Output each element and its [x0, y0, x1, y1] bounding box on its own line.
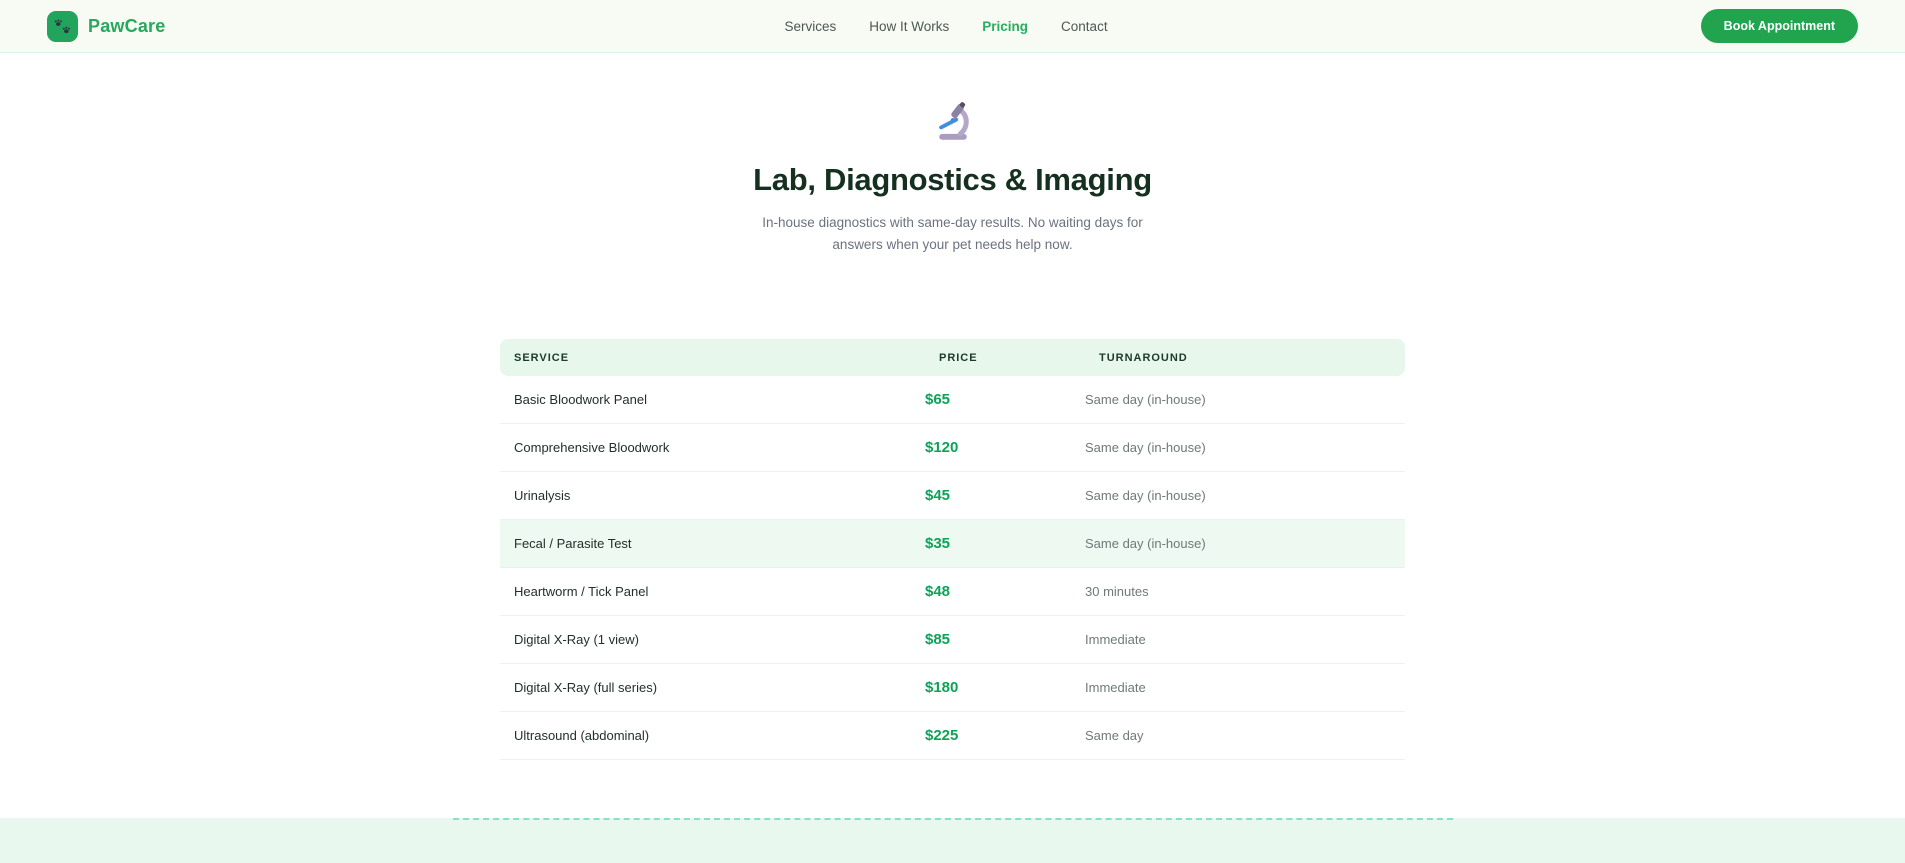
brand-name: PawCare [88, 15, 166, 36]
service-turnaround: Same day [1085, 728, 1144, 744]
paw-icon [47, 10, 78, 42]
service-price: $85 [925, 631, 951, 649]
table-row: Digital X-Ray (1 view) $85 Immediate [500, 616, 1405, 665]
service-price: $35 [925, 535, 951, 553]
column-header-turnaround: TURNAROUND [1099, 351, 1188, 364]
page-subtitle: In-house diagnostics with same-day resul… [762, 215, 1143, 252]
service-name: Urinalysis [514, 488, 571, 504]
service-name: Digital X-Ray (full series) [514, 680, 658, 696]
service-turnaround: Same day (in-house) [1085, 440, 1206, 456]
service-turnaround: Same day (in-house) [1085, 488, 1206, 504]
table-row: Urinalysis $45 Same day (in-house) [500, 472, 1405, 521]
service-name: Digital X-Ray (1 view) [514, 632, 639, 648]
page-title: Lab, Diagnostics & Imaging [753, 162, 1152, 197]
pricing-table: SERVICE PRICE TURNAROUND Basic Bloodwork… [500, 339, 1405, 761]
service-price: $180 [925, 679, 959, 697]
service-turnaround: Immediate [1085, 680, 1146, 696]
service-turnaround: 30 minutes [1085, 584, 1149, 600]
table-row: Digital X-Ray (full series) $180 Immedia… [500, 664, 1405, 713]
book-appointment-button[interactable]: Book Appointment [1700, 9, 1858, 43]
service-price: $120 [925, 439, 959, 457]
service-price: $65 [925, 391, 951, 409]
main-nav: Services How It Works Pricing Contact [784, 0, 1107, 52]
service-name: Fecal / Parasite Test [514, 536, 632, 552]
table-row: Heartworm / Tick Panel $48 30 minutes [500, 568, 1405, 617]
site-footer [0, 818, 1905, 863]
service-name: Basic Bloodwork Panel [514, 392, 647, 408]
service-name: Ultrasound (abdominal) [514, 728, 650, 744]
brand-logo[interactable]: PawCare [47, 10, 166, 42]
service-turnaround: Immediate [1085, 632, 1146, 648]
table-row: Fecal / Parasite Test $35 Same day (in-h… [500, 520, 1405, 569]
hero-section: Lab, Diagnostics & Imaging In-house diag… [0, 53, 1905, 255]
nav-item-pricing[interactable]: Pricing [982, 19, 1028, 34]
nav-item-contact[interactable]: Contact [1061, 19, 1108, 34]
nav-item-services[interactable]: Services [784, 19, 836, 34]
service-price: $45 [925, 487, 951, 505]
service-price: $225 [925, 727, 959, 745]
service-turnaround: Same day (in-house) [1085, 536, 1206, 552]
footer-dashed-divider [452, 818, 1453, 863]
service-name: Comprehensive Bloodwork [514, 440, 670, 456]
column-header-service: SERVICE [514, 351, 570, 364]
site-header: PawCare Services How It Works Pricing Co… [0, 0, 1905, 53]
microscope-icon [931, 99, 975, 143]
table-row: Basic Bloodwork Panel $65 Same day (in-h… [500, 376, 1405, 425]
table-header-row: SERVICE PRICE TURNAROUND [500, 339, 1405, 377]
service-turnaround: Same day (in-house) [1085, 392, 1206, 408]
service-price: $48 [925, 583, 951, 601]
service-name: Heartworm / Tick Panel [514, 584, 649, 600]
table-row: Ultrasound (abdominal) $225 Same day [500, 712, 1405, 761]
table-row: Comprehensive Bloodwork $120 Same day (i… [500, 424, 1405, 473]
nav-item-how-it-works[interactable]: How It Works [869, 19, 949, 34]
column-header-price: PRICE [939, 351, 978, 364]
